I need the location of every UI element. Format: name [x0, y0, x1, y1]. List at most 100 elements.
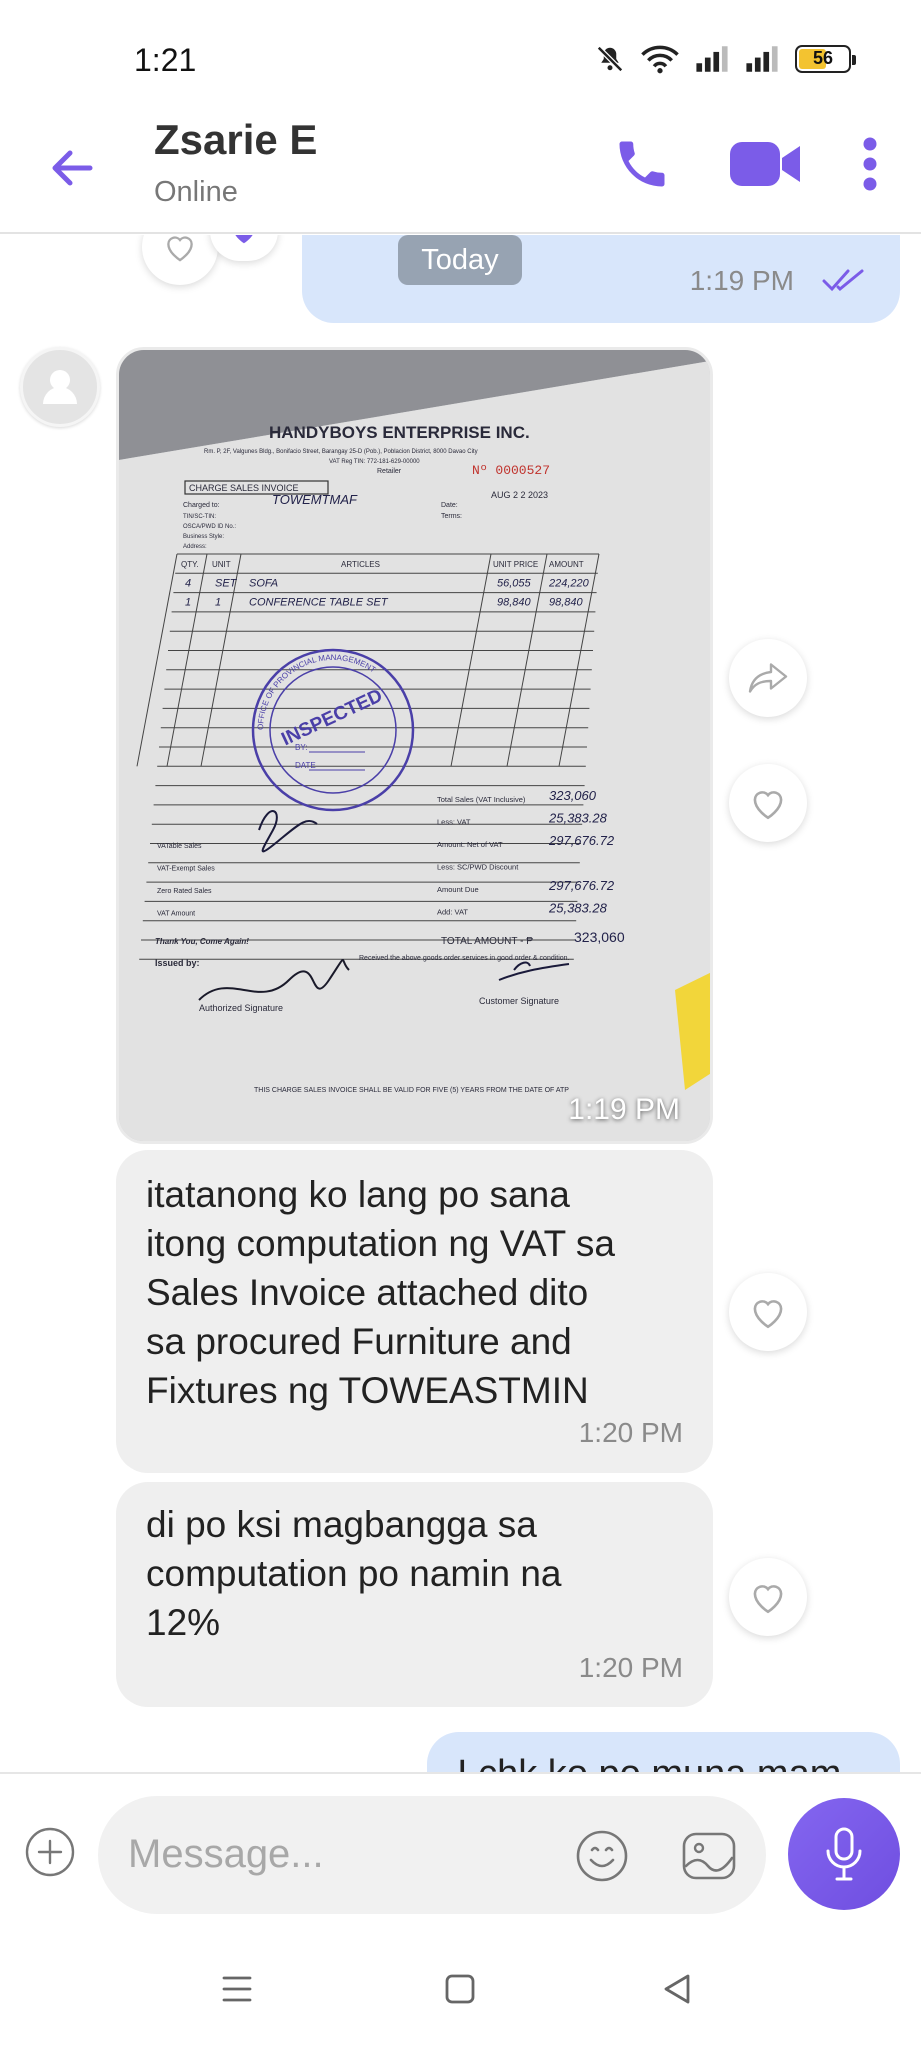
muted-bell-icon	[596, 45, 624, 73]
invoice-cell: 98,840	[497, 597, 532, 609]
invoice-total-value: 323,060	[549, 788, 597, 803]
invoice-stamp-by: BY:	[295, 743, 307, 752]
invoice-column-header: ARTICLES	[341, 560, 380, 569]
message-time: 1:19 PM	[689, 265, 794, 296]
gallery-button[interactable]	[680, 1828, 738, 1884]
invoice-total-label: Add: VAT	[437, 908, 468, 917]
like-button[interactable]	[729, 1273, 807, 1351]
invoice-charged-to: TOWEMTMAF	[272, 492, 358, 507]
date-separator: Today	[398, 235, 522, 285]
call-button[interactable]	[612, 134, 672, 194]
chat-area[interactable]: nucaña 1:19 PM Today HANDYBOYS ENTERPRIS…	[0, 235, 921, 1772]
phone-icon	[619, 141, 665, 187]
invoice-total-label: TOTAL AMOUNT - ₱	[441, 936, 533, 947]
invoice-cell: 1	[215, 597, 221, 609]
signal-icon	[746, 46, 778, 72]
invoice-terms-label: Terms:	[441, 513, 462, 520]
heart-icon	[753, 1585, 783, 1614]
invoice-column-header: AMOUNT	[549, 560, 584, 569]
invoice-total-label: Less: VAT	[437, 818, 471, 827]
video-call-button[interactable]	[728, 134, 804, 194]
invoice-date: AUG 2 2 2023	[491, 490, 548, 500]
contact-name[interactable]: Zsarie E	[154, 116, 317, 164]
incoming-message[interactable]: di po ksi magbangga sa computation po na…	[116, 1482, 713, 1707]
message-time: 1:20 PM	[578, 1417, 683, 1448]
invoice-left-label: VAT-Exempt Sales	[157, 866, 215, 873]
emoji-button[interactable]	[574, 1828, 630, 1884]
invoice-field-label: Address:	[183, 544, 207, 550]
invoice-column-header: UNIT PRICE	[493, 560, 538, 569]
invoice-vat-reg: VAT Reg TIN: 772-181-629-00000	[329, 459, 420, 465]
invoice-column-header: UNIT	[212, 560, 231, 569]
like-button[interactable]	[729, 1558, 807, 1636]
share-button[interactable]	[729, 639, 807, 717]
invoice-issued-by: Issued by:	[155, 958, 200, 968]
invoice-company: HANDYBOYS ENTERPRISE INC.	[269, 423, 530, 442]
status-bar: 1:21 56	[0, 0, 921, 110]
invoice-total-label: Less: SC/PWD Discount	[437, 863, 519, 872]
invoice-stamp-date: DATE	[295, 761, 316, 770]
image-time: 1:19 PM	[568, 1093, 680, 1126]
incoming-message[interactable]: itatanong ko lang po sana itong computat…	[116, 1150, 713, 1473]
heart-icon	[753, 1300, 783, 1329]
menu-icon	[222, 1976, 252, 2002]
gallery-icon	[682, 1832, 736, 1880]
like-button[interactable]	[142, 235, 218, 285]
outgoing-message[interactable]: nucaña 1:19 PM	[302, 235, 900, 323]
user-avatar-icon	[43, 370, 77, 404]
signal-icon	[696, 46, 728, 72]
invoice-photo: HANDYBOYS ENTERPRISE INC. Rm. P, 2F, Val…	[119, 350, 710, 1141]
invoice-total-value: 25,383.28	[548, 901, 608, 916]
message-text: di po ksi magbangga sa computation po na…	[146, 1504, 562, 1643]
heart-icon	[167, 236, 193, 262]
heart-icon	[235, 235, 253, 244]
invoice-left-label: Zero Rated Sales	[157, 888, 212, 895]
message-text: I chk ko po muna mam	[457, 1750, 841, 1772]
invoice-total-label: Amount: Net of VAT	[437, 840, 503, 849]
triangle-back-icon	[664, 1974, 690, 2004]
back-button[interactable]	[40, 136, 104, 200]
heart-icon	[753, 791, 783, 820]
chat-header: Zsarie E Online	[0, 110, 921, 234]
message-time: 1:20 PM	[578, 1652, 683, 1683]
message-input[interactable]: Message...	[98, 1796, 766, 1914]
invoice-column-header: QTY.	[181, 560, 199, 569]
invoice-cell: 224,220	[548, 577, 590, 589]
message-placeholder: Message...	[128, 1832, 324, 1876]
invoice-validity: THIS CHARGE SALES INVOICE SHALL BE VALID…	[254, 1087, 569, 1094]
more-options-button[interactable]	[852, 134, 888, 194]
voice-message-button[interactable]	[788, 1798, 900, 1910]
reaction-badge[interactable]	[210, 235, 278, 261]
contact-status: Online	[154, 176, 238, 208]
microphone-icon	[826, 1827, 862, 1881]
invoice-field-label: Business Style:	[183, 534, 224, 540]
home-button[interactable]	[435, 1964, 485, 2014]
back-nav-button[interactable]	[652, 1964, 702, 2014]
invoice-date-label: Date:	[441, 502, 458, 509]
image-message[interactable]: HANDYBOYS ENTERPRISE INC. Rm. P, 2F, Val…	[116, 347, 713, 1144]
invoice-cell: 98,840	[549, 597, 584, 609]
invoice-total-value: 25,383.28	[548, 811, 608, 826]
invoice-address: Rm. P, 2F, Valgunes Bldg., Bonifacio Str…	[204, 449, 478, 455]
invoice-total-label: Amount Due	[437, 885, 479, 894]
share-icon	[748, 663, 788, 693]
invoice-received-text: Received the above goods order services …	[359, 955, 570, 962]
invoice-total-amount: 323,060	[574, 929, 625, 945]
invoice-cell: CONFERENCE TABLE SET	[249, 597, 389, 609]
outgoing-message[interactable]: I chk ko po muna mam	[427, 1732, 900, 1772]
sender-avatar[interactable]	[20, 347, 100, 427]
invoice-left-label: VAT Amount	[157, 911, 195, 918]
battery-indicator: 56	[795, 45, 856, 73]
invoice-cell: 4	[185, 577, 191, 589]
attach-button[interactable]	[24, 1826, 76, 1878]
like-button[interactable]	[729, 764, 807, 842]
invoice-branch: Retailer	[377, 468, 402, 475]
message-text: itatanong ko lang po sana itong computat…	[146, 1174, 615, 1411]
video-camera-icon	[730, 142, 800, 186]
invoice-thank-you: Thank You, Come Again!	[155, 937, 249, 946]
invoice-total-value: 297,676.72	[548, 833, 615, 848]
read-receipt-icon	[822, 269, 864, 292]
invoice-field-label: OSCA/PWD ID No.:	[183, 524, 236, 530]
recent-apps-button[interactable]	[212, 1964, 262, 2014]
invoice-cell: SOFA	[249, 577, 278, 589]
